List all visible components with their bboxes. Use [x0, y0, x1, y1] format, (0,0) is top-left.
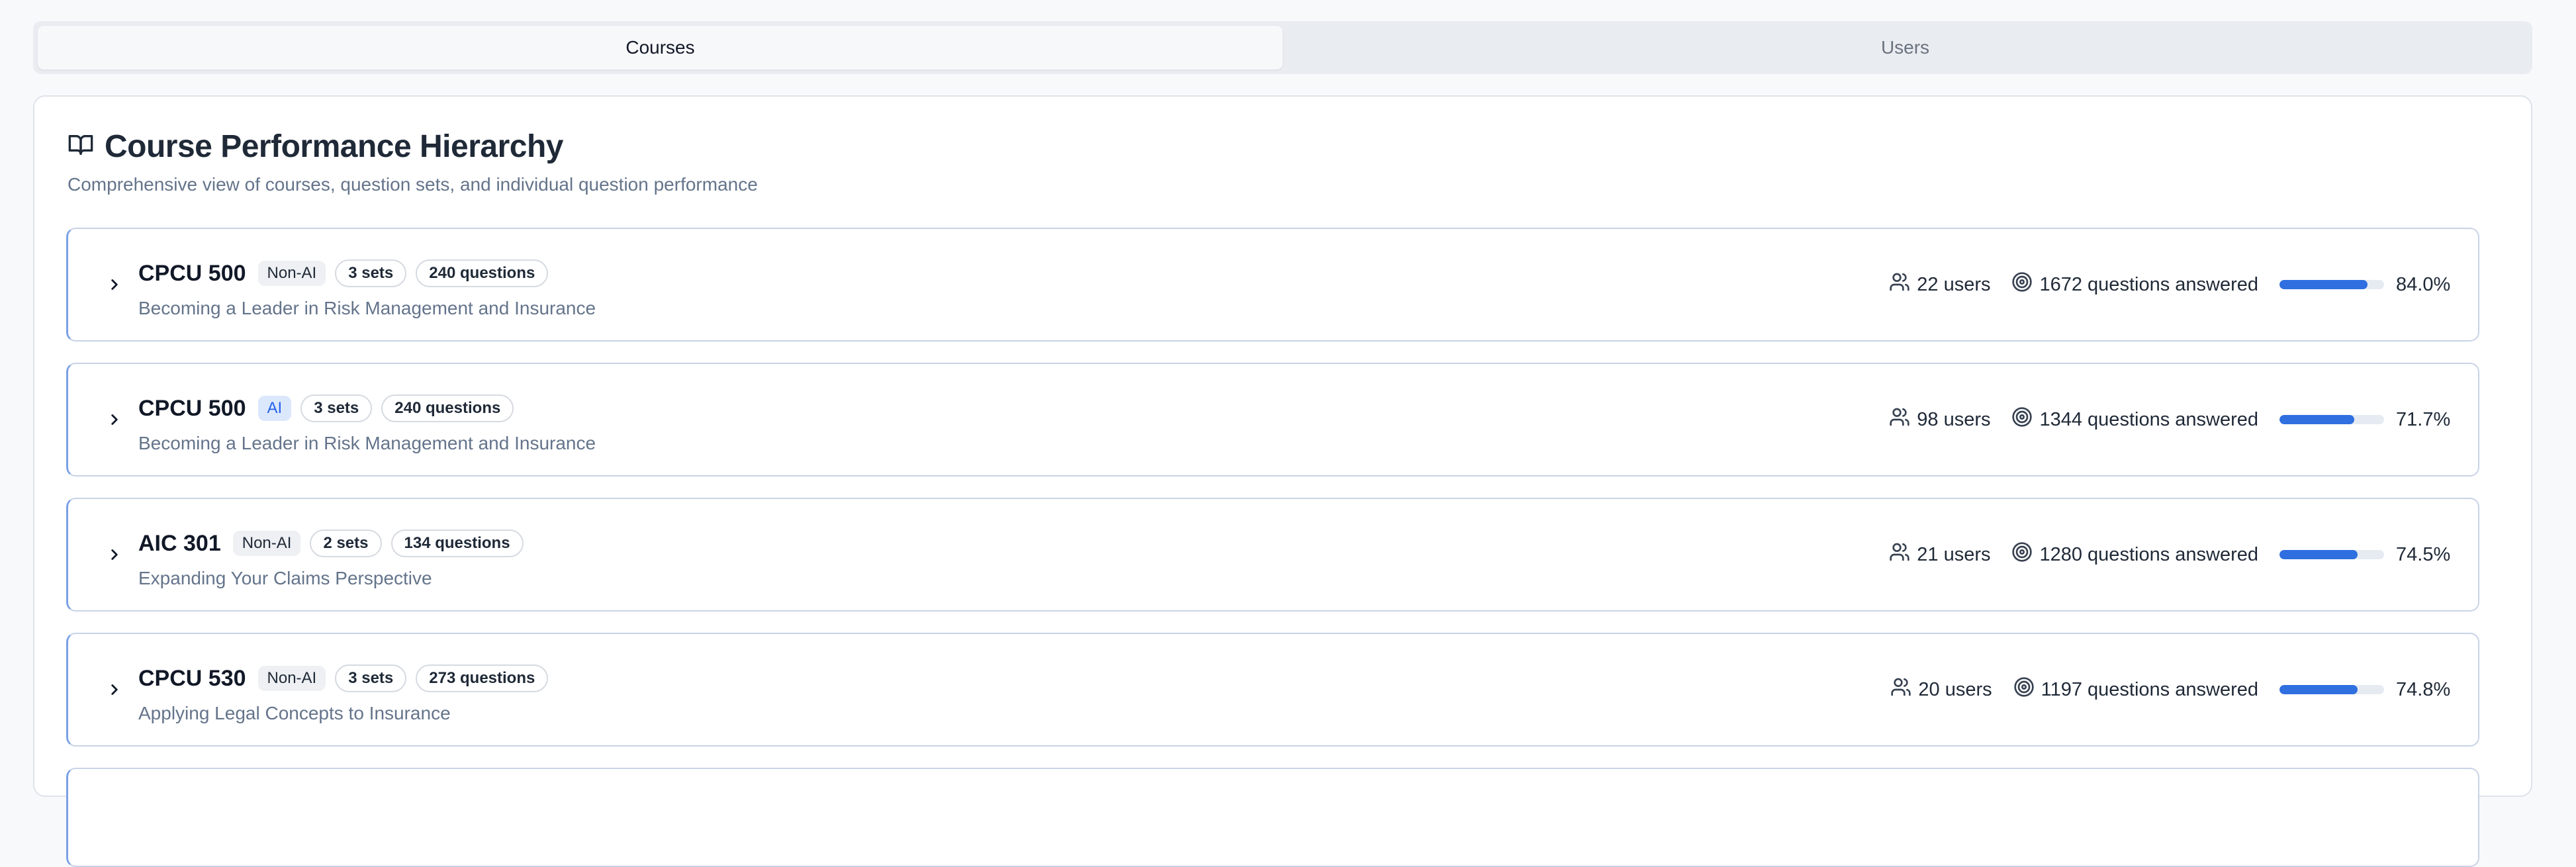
questions-count-badge: 273 questions: [416, 664, 549, 692]
book-open-icon: [68, 132, 94, 161]
course-row[interactable]: AIC 301 Non-AI 2 sets 134 questions Expa…: [66, 498, 2479, 612]
course-type-badge: Non-AI: [232, 531, 301, 556]
questions-answered: 1280 questions answered: [2039, 543, 2258, 565]
card-header: Course Performance Hierarchy Comprehensi…: [68, 128, 758, 195]
page-subtitle: Comprehensive view of courses, question …: [68, 174, 758, 195]
target-icon: [2011, 406, 2033, 433]
questions-answered: 1672 questions answered: [2039, 273, 2258, 295]
chevron-right-icon[interactable]: [103, 678, 126, 702]
score-percent: 71.7%: [2396, 408, 2451, 430]
sets-count-badge: 2 sets: [310, 529, 382, 557]
tab-users[interactable]: Users: [1283, 26, 2528, 69]
course-row[interactable]: CPCU 530 Non-AI 3 sets 273 questions App…: [66, 633, 2479, 747]
score-percent: 74.8%: [2396, 678, 2451, 700]
chevron-right-icon[interactable]: [103, 408, 126, 432]
score-progress-bar: [2279, 280, 2384, 289]
score-progress-bar: [2279, 685, 2384, 694]
course-row[interactable]: CPCU 500 AI 3 sets 240 questions Becomin…: [66, 363, 2479, 477]
course-code: CPCU 500: [138, 395, 246, 421]
questions-count-badge: 240 questions: [381, 394, 514, 422]
page-title: Course Performance Hierarchy: [105, 129, 563, 164]
users-icon: [1889, 406, 1910, 433]
course-title: Expanding Your Claims Perspective: [138, 568, 432, 588]
users-icon: [1890, 676, 1911, 703]
users-count: 22 users: [1917, 273, 1991, 295]
sets-count-badge: 3 sets: [335, 664, 407, 692]
course-code: AIC 301: [138, 530, 221, 556]
score-progress-bar: [2279, 550, 2384, 559]
score-progress-bar: [2279, 415, 2384, 424]
course-title: Becoming a Leader in Risk Management and…: [138, 433, 596, 453]
chevron-right-icon[interactable]: [103, 273, 126, 297]
users-icon: [1889, 271, 1910, 298]
course-row[interactable]: CPCU 500 Non-AI 3 sets 240 questions Bec…: [66, 228, 2479, 342]
course-type-badge: Non-AI: [257, 261, 326, 286]
course-code: CPCU 500: [138, 260, 246, 286]
sets-count-badge: 3 sets: [335, 259, 407, 287]
questions-count-badge: 134 questions: [391, 529, 524, 557]
chevron-right-icon[interactable]: [103, 543, 126, 567]
view-tabs: Courses Users: [33, 21, 2532, 74]
questions-answered: 1344 questions answered: [2039, 408, 2258, 430]
target-icon: [2011, 271, 2033, 298]
course-type-badge: Non-AI: [257, 666, 326, 691]
tab-courses[interactable]: Courses: [38, 26, 1283, 69]
target-icon: [2011, 541, 2033, 568]
course-code: CPCU 530: [138, 665, 246, 691]
course-type-badge: AI: [257, 396, 292, 421]
questions-count-badge: 240 questions: [416, 259, 549, 287]
users-icon: [1889, 541, 1910, 568]
users-count: 20 users: [1918, 678, 1992, 700]
course-title: Applying Legal Concepts to Insurance: [138, 703, 451, 723]
target-icon: [2013, 676, 2035, 703]
score-percent: 84.0%: [2396, 273, 2451, 295]
score-percent: 74.5%: [2396, 543, 2451, 565]
course-title: Becoming a Leader in Risk Management and…: [138, 298, 596, 318]
sets-count-badge: 3 sets: [300, 394, 373, 422]
users-count: 21 users: [1917, 543, 1991, 565]
users-count: 98 users: [1917, 408, 1991, 430]
course-row[interactable]: [66, 768, 2479, 867]
course-performance-card: Course Performance Hierarchy Comprehensi…: [33, 95, 2532, 867]
questions-answered: 1197 questions answered: [2041, 678, 2258, 700]
